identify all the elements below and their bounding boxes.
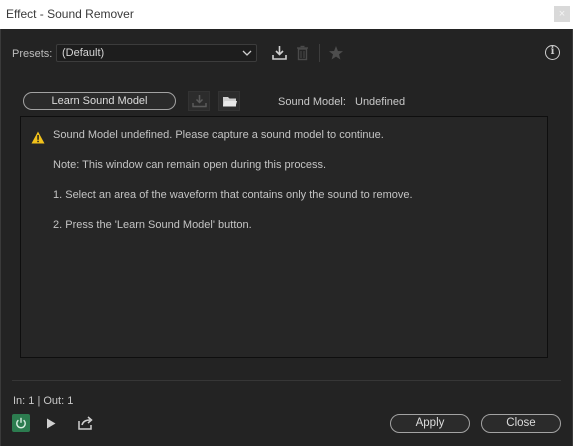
message-panel: Sound Model undefined. Please capture a … — [20, 116, 548, 358]
apply-button[interactable]: Apply — [390, 414, 470, 433]
step2-message: 2. Press the 'Learn Sound Model' button. — [53, 219, 252, 231]
download-preset-icon[interactable] — [272, 45, 287, 64]
warning-icon — [31, 131, 45, 147]
play-icon[interactable] — [46, 418, 56, 432]
sound-model-label: Sound Model: — [278, 96, 346, 108]
folder-open-icon — [222, 95, 238, 111]
info-icon[interactable]: i — [545, 45, 560, 60]
power-toggle[interactable] — [12, 414, 30, 432]
sound-model-value: Undefined — [355, 96, 406, 108]
window-close-button[interactable]: × — [554, 6, 570, 22]
step1-message: 1. Select an area of the waveform that c… — [53, 189, 413, 201]
save-model-button[interactable] — [188, 91, 210, 111]
note-message: Note: This window can remain open during… — [53, 159, 327, 171]
presets-label: Presets: — [12, 48, 53, 60]
presets-dropdown-value: (Default) — [62, 47, 105, 59]
title-bar: Effect - Sound Remover × — [0, 0, 573, 29]
toolbar-separator — [319, 44, 320, 62]
chevron-down-icon — [242, 46, 252, 63]
window-title: Effect - Sound Remover — [6, 7, 134, 21]
close-button[interactable]: Close — [481, 414, 561, 433]
window-border-left — [0, 29, 1, 446]
open-model-button[interactable] — [218, 91, 240, 111]
warning-message: Sound Model undefined. Please capture a … — [53, 129, 384, 141]
export-icon[interactable] — [78, 416, 94, 433]
trash-icon[interactable] — [296, 45, 309, 64]
channel-inout-label: In: 1 | Out: 1 — [13, 395, 74, 407]
power-icon — [15, 417, 27, 432]
footer-divider — [12, 380, 561, 381]
learn-sound-model-button[interactable]: Learn Sound Model — [23, 92, 176, 110]
save-model-icon — [192, 94, 207, 111]
presets-dropdown[interactable]: (Default) — [56, 44, 257, 62]
star-icon[interactable] — [328, 45, 344, 64]
